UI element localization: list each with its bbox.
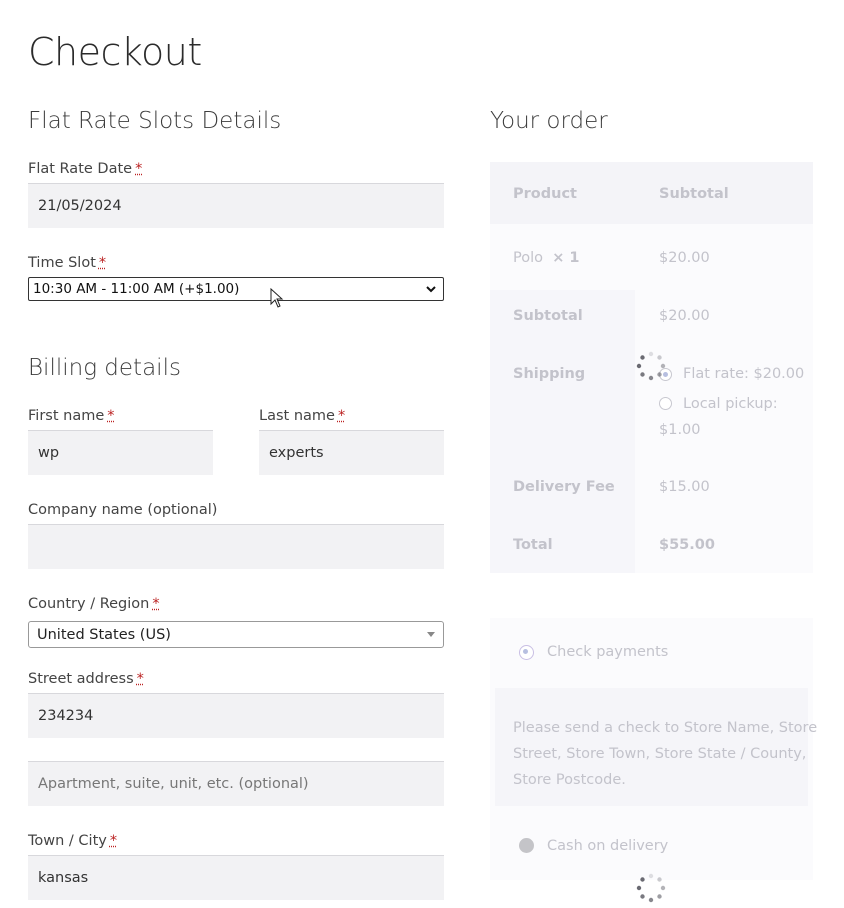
subtotal-label: Subtotal [513, 308, 583, 324]
shipping-flat-rate-label: Flat rate: $20.00 [683, 366, 805, 382]
last-name-input[interactable]: experts [259, 430, 444, 475]
delivery-fee-value: $15.00 [659, 479, 710, 495]
apartment-input[interactable]: Apartment, suite, unit, etc. (optional) [28, 761, 444, 806]
cash-on-delivery-radio[interactable] [519, 838, 534, 853]
chevron-down-icon [426, 286, 436, 293]
flat-rate-date-input[interactable]: 21/05/2024 [28, 183, 444, 228]
time-slot-select[interactable]: 10:30 AM - 11:00 AM (+$1.00) [28, 277, 444, 301]
country-select[interactable]: United States (US) [28, 621, 444, 648]
billing-section-title: Billing details [28, 355, 181, 381]
street-address-label: Street address * [28, 671, 144, 687]
order-item-name: Polo × 1 [513, 250, 580, 266]
first-name-label: First name * [28, 408, 115, 424]
company-label: Company name (optional) [28, 502, 218, 518]
shipping-local-pickup-radio[interactable] [659, 397, 672, 410]
shipping-label: Shipping [513, 366, 586, 382]
flat-rate-date-label: Flat Rate Date * [28, 161, 143, 177]
required-mark: * [337, 408, 346, 424]
page-title: Checkout [28, 30, 202, 74]
loading-spinner-icon [636, 873, 666, 903]
street-address-input[interactable]: 234234 [28, 693, 444, 738]
company-input[interactable] [28, 524, 444, 569]
required-mark: * [136, 671, 144, 687]
order-col-subtotal: Subtotal [659, 186, 729, 202]
shipping-local-pickup-price: $1.00 [659, 422, 701, 438]
country-label: Country / Region * [28, 596, 160, 612]
delivery-fee-label: Delivery Fee [513, 479, 615, 495]
mouse-cursor-icon [270, 288, 284, 308]
check-payments-description: Please send a check to Store Name, Store… [513, 720, 818, 788]
cash-on-delivery-label: Cash on delivery [547, 838, 669, 854]
order-item-price: $20.00 [659, 250, 710, 266]
last-name-label: Last name * [259, 408, 346, 424]
dropdown-arrow-icon [427, 632, 435, 637]
order-col-product: Product [513, 186, 577, 202]
slots-section-title: Flat Rate Slots Details [28, 108, 282, 134]
check-payments-label: Check payments [547, 644, 669, 660]
time-slot-label: Time Slot * [28, 255, 107, 271]
order-label-column [490, 290, 635, 573]
required-mark: * [107, 408, 115, 424]
required-mark: * [135, 161, 143, 177]
total-label: Total [513, 537, 553, 553]
check-payments-radio[interactable] [519, 645, 534, 660]
required-mark: * [152, 596, 160, 612]
total-value: $55.00 [659, 537, 715, 553]
subtotal-value: $20.00 [659, 308, 710, 324]
order-section-title: Your order [490, 108, 608, 134]
time-slot-value: 10:30 AM - 11:00 AM (+$1.00) [33, 281, 240, 297]
first-name-input[interactable]: wp [28, 430, 213, 475]
required-mark: * [109, 833, 118, 849]
country-value: United States (US) [37, 626, 171, 643]
shipping-local-pickup-label: Local pickup: [683, 396, 778, 412]
required-mark: * [98, 255, 107, 271]
city-label: Town / City * [28, 833, 118, 849]
loading-spinner-icon [636, 351, 666, 381]
city-input[interactable]: kansas [28, 855, 444, 900]
